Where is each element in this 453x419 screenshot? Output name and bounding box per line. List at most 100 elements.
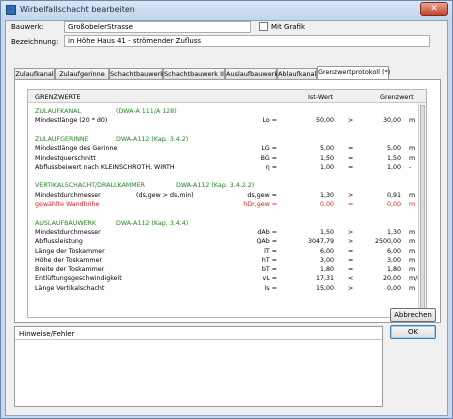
abbrechen-button[interactable]: Abbrechen [390, 308, 436, 322]
tab-6[interactable]: Grenzwertprotokoll (*) [317, 66, 390, 80]
dialog-window: Wirbelfallschacht bearbeiten ✕ Bauwerk: … [0, 0, 453, 419]
section-reference: DWA-A112 (Kap. 3.4.4) [116, 219, 189, 227]
row-label: Mindestdurchmesser [35, 191, 101, 199]
row-symbol: BG = [260, 154, 277, 162]
section-reference: DWA-A112 (Kap. 3.4.2) [116, 135, 189, 143]
row-ist-wert: 6,00 [319, 247, 334, 255]
section-title: AUSLAUFBAUWERK [35, 219, 97, 227]
header-ist-wert: Ist-Wert [308, 93, 334, 101]
row-ist-wert: 1,50 [319, 154, 334, 162]
header-grenzwert: Grenzwert [380, 93, 414, 101]
row-symbol: hDr,gew = [243, 201, 277, 208]
row-symbol: bT = [261, 266, 277, 274]
table-row: VERTIKALSCHACHT/DRALLKAMMER DWA-A112 (Kap… [28, 181, 420, 190]
row-symbol: QAb = [256, 238, 277, 246]
row-condition: (ds,gew > ds,min) [136, 191, 194, 199]
table-row: ZULAUFKANAL (DWA-A 111/A 128) [28, 107, 420, 116]
row-grenzwert: 1,80 [386, 266, 401, 274]
row-operator: > [348, 228, 354, 236]
row-ist-wert: 3047,79 [307, 238, 334, 246]
scrollbar-thumb[interactable] [420, 105, 425, 311]
bezeichnung-input[interactable]: in Höhe Haus 41 - strömender Zufluss [64, 35, 430, 47]
section-reference: (DWA-A 111/A 128) [116, 108, 177, 115]
row-symbol: ds,gew = [247, 191, 277, 199]
row-operator: < [348, 275, 354, 283]
section-title: ZULAUFKANAL [35, 108, 81, 115]
row-unit: m [409, 284, 416, 292]
row-label: Breite der Toskammer [35, 266, 105, 274]
row-unit: m [409, 154, 416, 162]
row-grenzwert: 0,00 [386, 201, 401, 208]
row-operator: > [348, 117, 354, 125]
row-unit: m [409, 117, 416, 125]
row-label: gewählte Wandhöhe [35, 201, 100, 208]
hints-label: Hinweise/Fehler [19, 330, 75, 338]
row-symbol: hT = [261, 256, 277, 264]
table-row: AUSLAUFBAUWERK DWA-A112 (Kap. 3.4.4) [28, 219, 420, 228]
row-label: Mindestlänge (20 * d0) [35, 117, 108, 125]
ok-button[interactable]: OK [390, 325, 436, 339]
row-grenzwert: 5,00 [386, 145, 401, 153]
row-label: Abflussleistung [35, 238, 83, 246]
row-label: Länge der Toskammer [35, 247, 105, 255]
row-unit: m [409, 247, 416, 255]
row-operator: = [348, 266, 354, 274]
mit-grafik-checkbox[interactable] [259, 22, 268, 31]
table-row: Abflussleistung QAb = 3047,79 >2500,00 m [28, 237, 420, 246]
row-unit: m [409, 145, 416, 153]
app-icon [6, 5, 16, 15]
row-unit: m [409, 256, 416, 264]
table-row: Mindestdurchmesser (ds,gew > ds,min) ds,ge… [28, 191, 420, 200]
table-row: Mindestlänge (20 * d0) Lo = 50,00 >30,00 m [28, 116, 420, 125]
row-grenzwert: 6,00 [386, 247, 401, 255]
tab-panel: GRENZWERTE Ist-Wert Grenzwert ZULAUFKANA… [14, 79, 441, 323]
grenzwerte-grid: GRENZWERTE Ist-Wert Grenzwert ZULAUFKANA… [27, 89, 427, 318]
row-symbol: lT = [264, 247, 277, 255]
row-operator: > [348, 238, 354, 246]
row-unit: m [409, 201, 416, 208]
row-grenzwert: 1,50 [386, 154, 401, 162]
grid-scrollbar[interactable] [418, 103, 426, 317]
row-unit: - [409, 163, 412, 171]
row-label: Mindestlänge des Gerinne [35, 145, 118, 153]
row-ist-wert: 3,00 [319, 256, 334, 264]
row-unit: m [409, 238, 416, 246]
row-operator: = [348, 154, 354, 162]
dialog-client: Bauwerk: GroßobelerStrasse Mit Grafik Be… [5, 20, 448, 416]
row-grenzwert: 20,00 [382, 275, 401, 283]
row-ist-wert: 15,00 [315, 284, 334, 292]
row-symbol: dAb = [257, 228, 277, 236]
row-symbol: LG = [261, 145, 277, 153]
row-grenzwert: 1,30 [386, 228, 401, 236]
table-row: Entlüftungsgeschwindigkeit vL = 17,31 <20,0… [28, 274, 421, 283]
row-ist-wert: 0,00 [319, 201, 334, 208]
row-ist-wert: 1,30 [319, 191, 334, 199]
row-symbol: Lo = [262, 117, 277, 125]
row-unit: m [409, 191, 416, 199]
section-title: VERTIKALSCHACHT/DRALLKAMMER [35, 182, 146, 190]
table-row: Höhe der Toskammer hT = 3,00 = 3,00 m [28, 256, 420, 265]
mit-grafik-label: Mit Grafik [271, 23, 306, 31]
row-grenzwert: 2500,00 [374, 238, 401, 246]
row-label: Länge Vertikalschacht [35, 284, 105, 292]
table-row: Länge der Toskammer lT = 6,00 = 6,00 m [28, 247, 420, 256]
table-row: Breite der Toskammer bT = 1,80 = 1,80 m [28, 265, 420, 274]
title-bar: Wirbelfallschacht bearbeiten ✕ [1, 1, 452, 20]
table-row: Abflussbeiwert nach KLEINSCHROTH, WIRTH η… [28, 163, 420, 172]
row-operator: = [348, 256, 354, 264]
table-row: Mindestdurchmesser dAb = 1,50 >1,30 m [28, 228, 420, 237]
row-grenzwert: 0,00 [386, 284, 401, 292]
table-row [28, 209, 420, 218]
row-label: Mindestquerschnitt [35, 154, 96, 162]
bauwerk-label: Bauwerk: [11, 23, 44, 31]
table-row [28, 172, 420, 181]
row-ist-wert: 50,00 [315, 117, 334, 125]
bauwerk-input[interactable]: GroßobelerStrasse [64, 21, 251, 33]
row-ist-wert: 1,50 [319, 228, 334, 236]
grid-header: GRENZWERTE Ist-Wert Grenzwert [28, 90, 426, 103]
row-symbol: η = [265, 163, 277, 171]
row-label: Entlüftungsgeschwindigkeit [35, 275, 122, 283]
row-operator: = [348, 201, 354, 208]
row-ist-wert: 1,80 [319, 266, 334, 274]
close-button[interactable]: ✕ [420, 2, 448, 16]
